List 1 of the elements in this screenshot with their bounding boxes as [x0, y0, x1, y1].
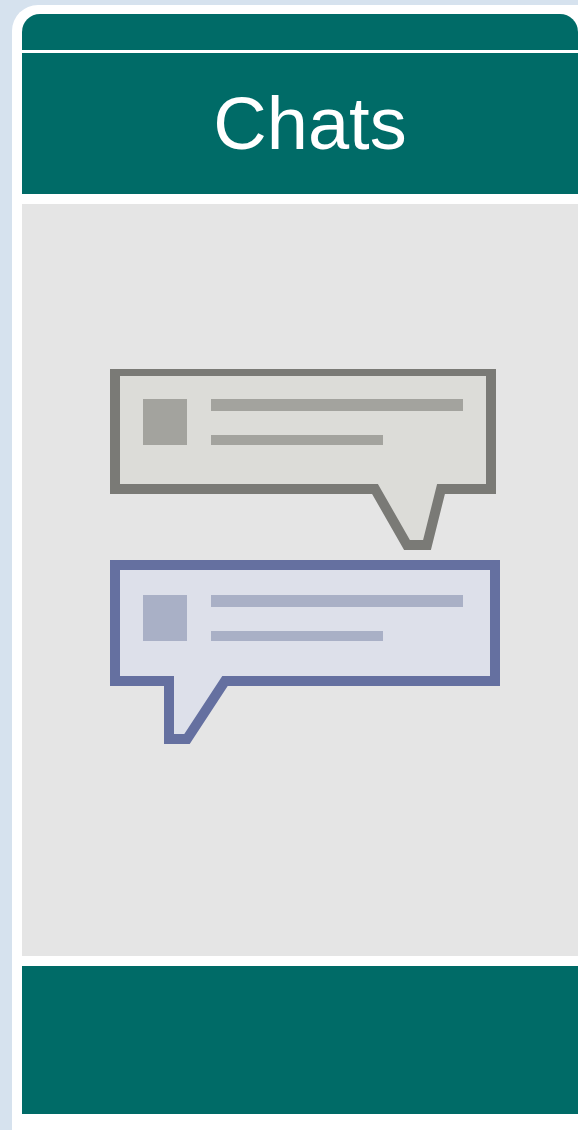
- header-title: Chats: [212, 81, 407, 166]
